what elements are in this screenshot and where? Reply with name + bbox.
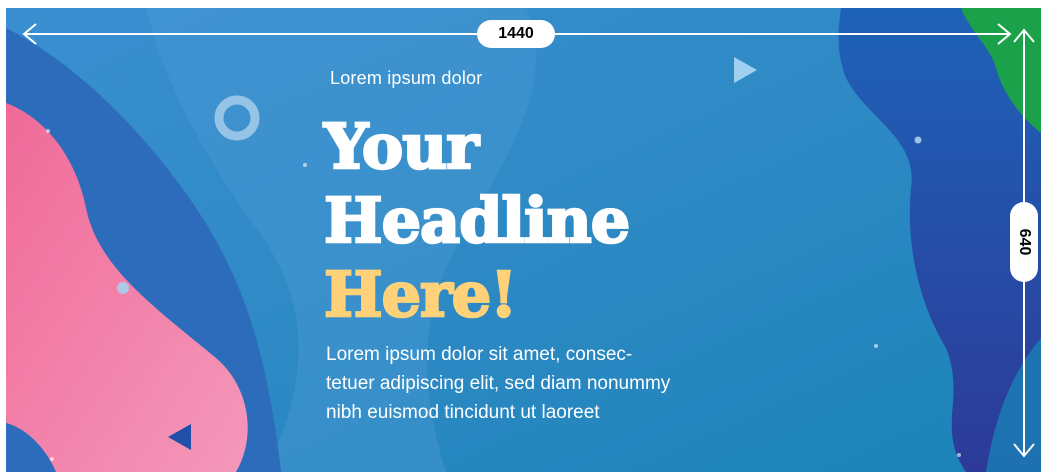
height-label: 640 xyxy=(1016,228,1033,256)
height-label-badge: 640 xyxy=(1010,202,1038,282)
canvas: Lorem ipsum dolor Your Headline Here! Lo… xyxy=(0,0,1047,476)
width-label: 1440 xyxy=(477,20,555,48)
dimension-overlay xyxy=(22,23,1035,458)
